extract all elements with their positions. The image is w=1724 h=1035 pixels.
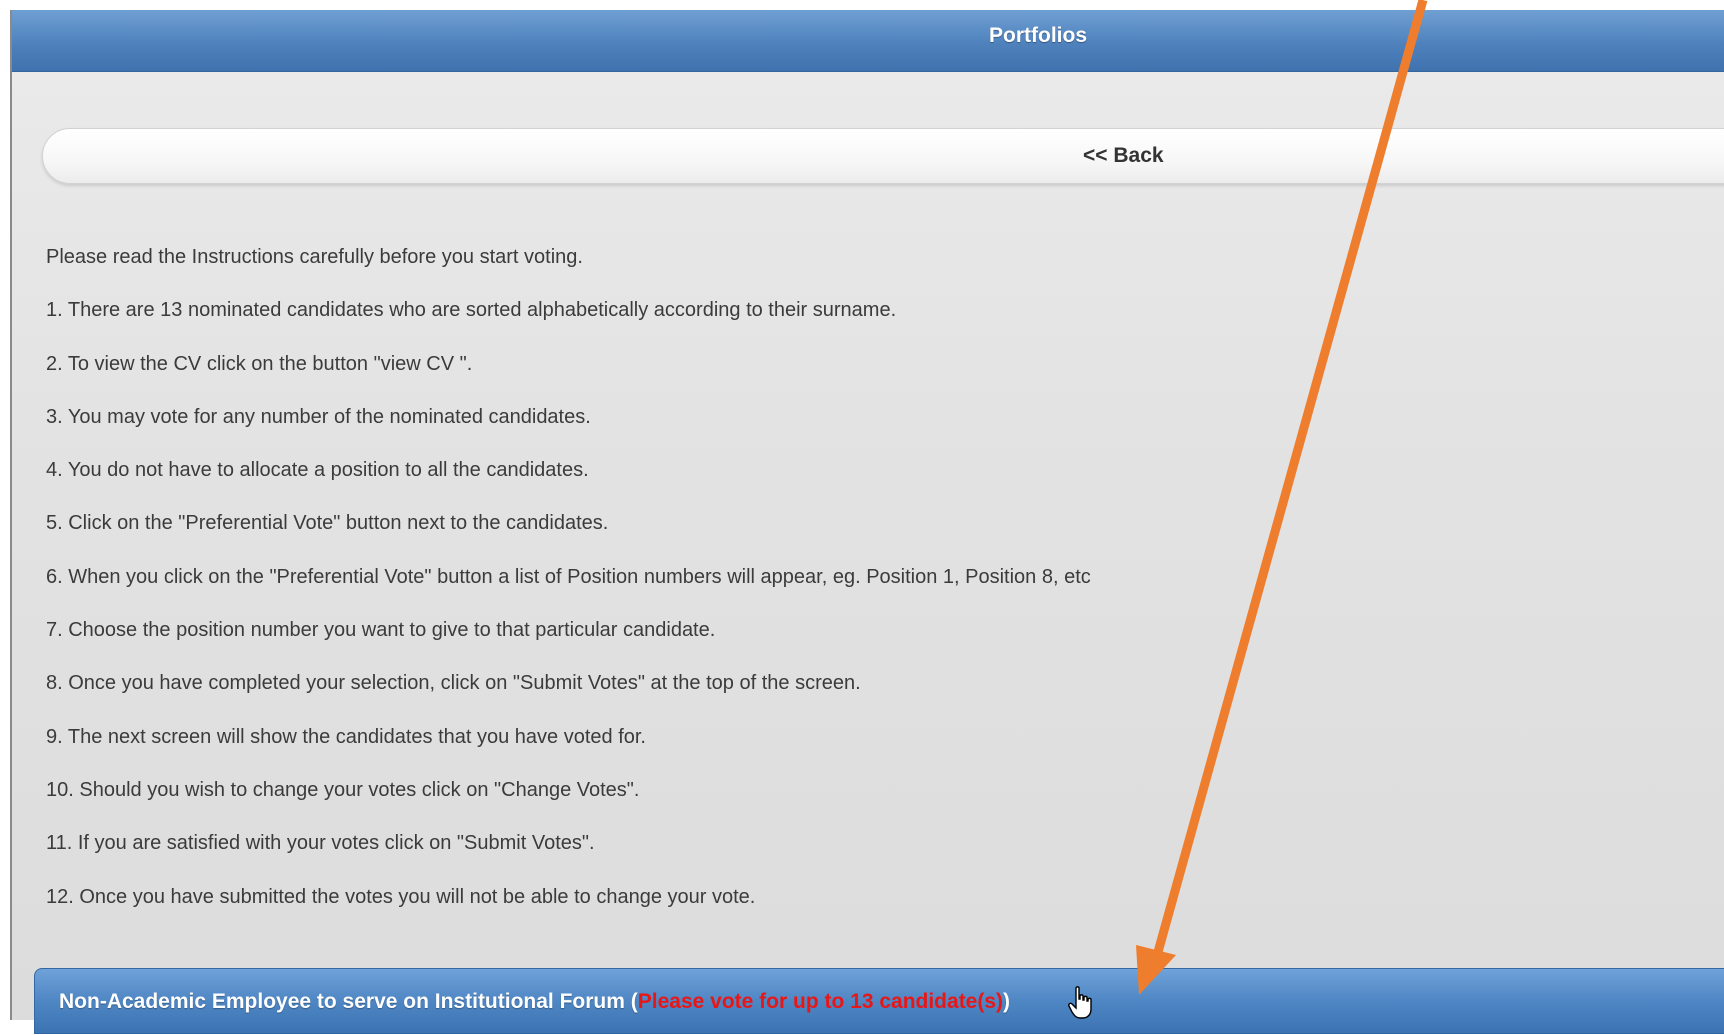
back-button[interactable]: << Back (42, 128, 1724, 184)
instructions-intro: Please read the Instructions carefully b… (46, 246, 583, 268)
instruction-item: 5. Click on the "Preferential Vote" butt… (46, 512, 609, 535)
instruction-item: 11. If you are satisfied with your votes… (46, 832, 595, 855)
portfolios-panel: Portfolios << Back Please read the Instr… (10, 10, 1724, 1034)
instruction-item: 6. When you click on the "Preferential V… (46, 565, 1091, 588)
portfolio-section-title: Non-Academic Employee to serve on Instit… (59, 990, 625, 1013)
portfolio-section-open-paren: ( (624, 990, 638, 1013)
portfolio-section-title-row: Non-Academic Employee to serve on Instit… (59, 969, 1010, 1035)
instructions-list: Please read the Instructions carefully b… (46, 246, 1546, 939)
instruction-item: 9. The next screen will show the candida… (46, 725, 646, 748)
instruction-item: 8. Once you have completed your selectio… (46, 672, 861, 695)
hand-pointer-cursor-icon (1068, 986, 1092, 1019)
page-title: Portfolios (989, 24, 1087, 47)
instruction-item: 3. You may vote for any number of the no… (46, 405, 591, 428)
instruction-item: 4. You do not have to allocate a positio… (46, 459, 589, 482)
back-button-label: << Back (1083, 144, 1164, 167)
instruction-item: 2. To view the CV click on the button "v… (46, 352, 473, 375)
instruction-item: 1. There are 13 nominated candidates who… (46, 299, 897, 322)
instruction-item: 7. Choose the position number you want t… (46, 619, 716, 642)
portfolio-section-close-paren: ) (1003, 990, 1011, 1013)
vote-limit-note: Please vote for up to 13 candidate(s) (637, 990, 1004, 1013)
portfolio-section-header[interactable]: Non-Academic Employee to serve on Instit… (34, 968, 1724, 1034)
instruction-item: 10. Should you wish to change your votes… (46, 778, 640, 801)
instruction-item: 12. Once you have submitted the votes yo… (46, 885, 756, 908)
header-bar: Portfolios (12, 10, 1724, 72)
